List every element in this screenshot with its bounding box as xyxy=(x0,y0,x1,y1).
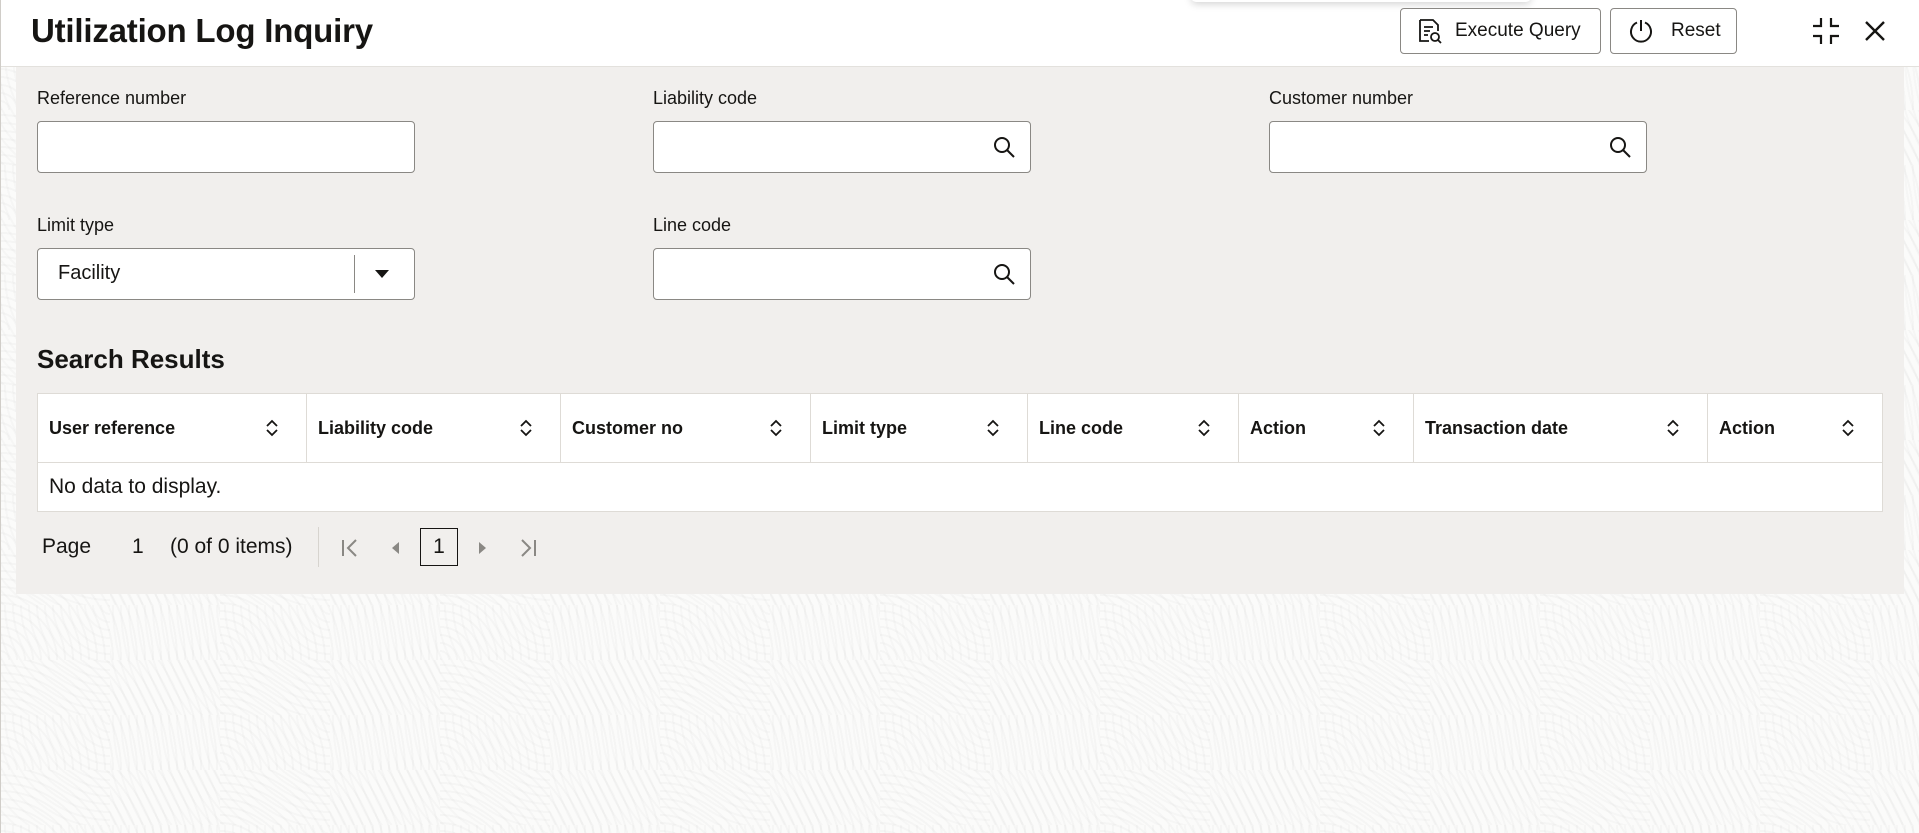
reference-number-input[interactable] xyxy=(38,122,414,172)
customer-number-field[interactable] xyxy=(1269,121,1647,173)
customer-number-label: Customer number xyxy=(1269,88,1414,108)
sort-icon[interactable] xyxy=(1194,418,1214,438)
reset-button[interactable]: Reset xyxy=(1610,8,1737,54)
page-number: 1 xyxy=(132,535,144,558)
column-header-liability-code[interactable]: Liability code xyxy=(307,394,561,462)
select-divider xyxy=(354,255,355,293)
column-header-label: Liability code xyxy=(318,417,434,438)
column-header-label: Line code xyxy=(1039,417,1124,438)
query-form-panel: Reference number Liability code Customer… xyxy=(16,67,1904,594)
limit-type-label: Limit type xyxy=(37,215,115,235)
line-code-input[interactable] xyxy=(654,249,1030,299)
first-page-icon[interactable] xyxy=(338,536,362,560)
column-header-label: User reference xyxy=(49,417,176,438)
execute-query-button[interactable]: Execute Query xyxy=(1400,8,1601,54)
liability-code-field[interactable] xyxy=(653,121,1031,173)
liability-code-label: Liability code xyxy=(653,88,758,108)
column-header-user-reference[interactable]: User reference xyxy=(38,394,307,462)
search-results-title: Search Results xyxy=(37,344,225,374)
sort-icon[interactable] xyxy=(262,418,282,438)
liability-code-input[interactable] xyxy=(654,122,1030,172)
search-icon[interactable] xyxy=(1608,135,1632,159)
column-header-label: Transaction date xyxy=(1425,417,1569,438)
column-header-limit-type[interactable]: Limit type xyxy=(811,394,1028,462)
column-header-action[interactable]: Action xyxy=(1239,394,1414,462)
table-header: User reference Liability code Customer n… xyxy=(38,394,1882,463)
search-icon[interactable] xyxy=(992,135,1016,159)
column-header-label: Customer no xyxy=(572,417,684,438)
current-page-button[interactable]: 1 xyxy=(420,528,458,566)
line-code-field[interactable] xyxy=(653,248,1031,300)
line-code-label: Line code xyxy=(653,215,732,235)
limit-type-select[interactable]: Facility xyxy=(37,248,415,300)
column-header-action-2[interactable]: Action xyxy=(1708,394,1882,462)
empty-message: No data to display. xyxy=(49,474,222,498)
customer-number-input[interactable] xyxy=(1270,122,1646,172)
column-header-transaction-date[interactable]: Transaction date xyxy=(1414,394,1708,462)
sort-icon[interactable] xyxy=(1369,418,1389,438)
results-table: User reference Liability code Customer n… xyxy=(37,393,1883,512)
header-popup-shadow xyxy=(1191,0,1531,2)
column-header-label: Action xyxy=(1250,417,1306,438)
column-header-customer-no[interactable]: Customer no xyxy=(561,394,811,462)
sort-icon[interactable] xyxy=(516,418,536,438)
close-icon[interactable] xyxy=(1858,14,1892,48)
window-border xyxy=(0,0,1,833)
chevron-down-icon[interactable] xyxy=(370,262,394,286)
header-bar: Utilization Log Inquiry Execute Query Re… xyxy=(1,0,1919,67)
sort-icon[interactable] xyxy=(1663,418,1683,438)
column-header-line-code[interactable]: Line code xyxy=(1028,394,1239,462)
search-icon[interactable] xyxy=(992,262,1016,286)
sort-icon[interactable] xyxy=(983,418,1003,438)
last-page-icon[interactable] xyxy=(516,536,540,560)
sort-icon[interactable] xyxy=(1838,418,1858,438)
page-title: Utilization Log Inquiry xyxy=(31,12,373,49)
page-label: Page xyxy=(42,535,92,558)
reference-number-field[interactable] xyxy=(37,121,415,173)
empty-table-row: No data to display. xyxy=(38,462,1882,511)
column-header-label: Limit type xyxy=(822,417,908,438)
reference-number-label: Reference number xyxy=(37,88,187,108)
query-document-icon xyxy=(1415,17,1443,45)
previous-page-icon[interactable] xyxy=(384,536,408,560)
sort-icon[interactable] xyxy=(766,418,786,438)
next-page-icon[interactable] xyxy=(470,536,494,560)
power-reset-icon xyxy=(1627,17,1655,45)
collapse-arrows-icon[interactable] xyxy=(1809,14,1843,48)
limit-type-value: Facility xyxy=(58,262,121,284)
column-header-label: Action xyxy=(1719,417,1775,438)
pagination: Page 1 (0 of 0 items) 1 xyxy=(42,525,642,571)
pagination-divider xyxy=(318,527,319,567)
items-summary: (0 of 0 items) xyxy=(170,535,293,558)
reset-label: Reset xyxy=(1671,20,1721,41)
execute-query-label: Execute Query xyxy=(1455,20,1581,41)
